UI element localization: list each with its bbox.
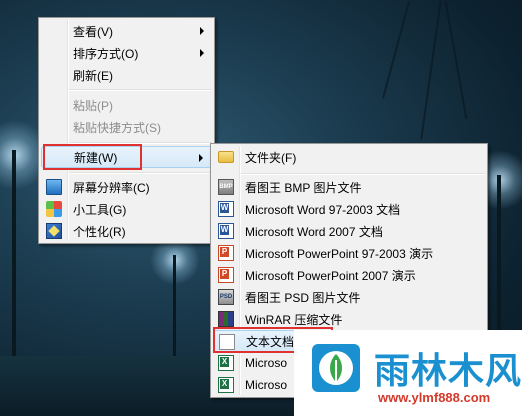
submenu-item-bmp[interactable]: BMP 看图王 BMP 图片文件	[213, 176, 485, 198]
menu-item-sort-by[interactable]: 排序方式(O)	[41, 42, 212, 64]
menu-item-label: 粘贴(P)	[73, 98, 113, 113]
submenu-arrow-icon	[200, 27, 204, 35]
word-doc-icon	[218, 201, 234, 217]
submenu-arrow-icon	[200, 49, 204, 57]
menu-separator	[69, 89, 212, 91]
watermark-title: 雨林木风	[374, 351, 522, 392]
menu-item-label: Microso	[245, 378, 288, 392]
menu-item-label: 看图王 BMP 图片文件	[245, 180, 362, 195]
menu-item-paste-shortcut[interactable]: 粘贴快捷方式(S)	[41, 116, 212, 138]
powerpoint-icon	[218, 267, 234, 283]
submenu-item-ppt-97[interactable]: Microsoft PowerPoint 97-2003 演示	[213, 242, 485, 264]
menu-item-label: 看图王 PSD 图片文件	[245, 290, 361, 305]
submenu-item-psd[interactable]: PSD 看图王 PSD 图片文件	[213, 286, 485, 308]
menu-item-label: 排序方式(O)	[73, 46, 139, 61]
menu-item-paste[interactable]: 粘贴(P)	[41, 94, 212, 116]
submenu-arrow-icon	[199, 154, 203, 162]
menu-item-label: 刷新(E)	[73, 68, 113, 83]
powerpoint-icon	[218, 245, 234, 261]
excel-icon	[218, 377, 234, 393]
annotation-highlight-new	[43, 144, 142, 170]
menu-item-label: WinRAR 压缩文件	[245, 312, 343, 327]
desktop-context-menu: 查看(V) 排序方式(O) 刷新(E) 粘贴(P) 粘贴快捷方式(S) 新建(W…	[38, 17, 215, 244]
menu-item-label: 个性化(R)	[73, 224, 126, 239]
personalize-icon	[46, 223, 62, 239]
menu-item-gadgets[interactable]: 小工具(G)	[41, 198, 212, 220]
excel-icon	[218, 355, 234, 371]
menu-item-label: 粘贴快捷方式(S)	[73, 120, 161, 135]
menu-item-label: Microsoft Word 97-2003 文档	[245, 202, 401, 217]
menu-item-label: 文件夹(F)	[245, 150, 297, 165]
menu-separator	[69, 172, 212, 174]
submenu-item-word-2007[interactable]: Microsoft Word 2007 文档	[213, 220, 485, 242]
menu-item-label: 查看(V)	[73, 24, 113, 39]
winrar-icon	[218, 311, 234, 327]
submenu-item-folder[interactable]: 文件夹(F)	[213, 146, 485, 168]
menu-item-refresh[interactable]: 刷新(E)	[41, 64, 212, 86]
menu-item-label: Microso	[245, 356, 288, 370]
tree-branch	[382, 1, 410, 99]
bmp-file-icon: BMP	[218, 179, 234, 195]
menu-item-personalize[interactable]: 个性化(R)	[41, 220, 212, 242]
tree-branch	[420, 0, 442, 140]
menu-item-screen-resolution[interactable]: 屏幕分辨率(C)	[41, 176, 212, 198]
menu-item-label: Microsoft Word 2007 文档	[245, 224, 383, 239]
psd-file-icon: PSD	[218, 289, 234, 305]
watermark-url: www.ylmf888.com	[378, 390, 491, 405]
menu-item-view[interactable]: 查看(V)	[41, 20, 212, 42]
submenu-item-word-97[interactable]: Microsoft Word 97-2003 文档	[213, 198, 485, 220]
gadgets-icon	[46, 201, 62, 217]
site-watermark: 雨林木风 www.ylmf888.com	[294, 330, 522, 416]
menu-item-label: Microsoft PowerPoint 2007 演示	[245, 268, 416, 283]
tree-branch	[444, 0, 468, 120]
site-logo-icon	[312, 344, 360, 392]
folder-icon	[218, 151, 234, 163]
screen-resolution-icon	[46, 179, 62, 195]
word-doc-icon	[218, 223, 234, 239]
menu-item-label: 小工具(G)	[73, 202, 127, 217]
menu-item-label: Microsoft PowerPoint 97-2003 演示	[245, 246, 434, 261]
submenu-item-ppt-2007[interactable]: Microsoft PowerPoint 2007 演示	[213, 264, 485, 286]
menu-separator	[241, 173, 485, 175]
menu-item-label: 屏幕分辨率(C)	[73, 180, 150, 195]
